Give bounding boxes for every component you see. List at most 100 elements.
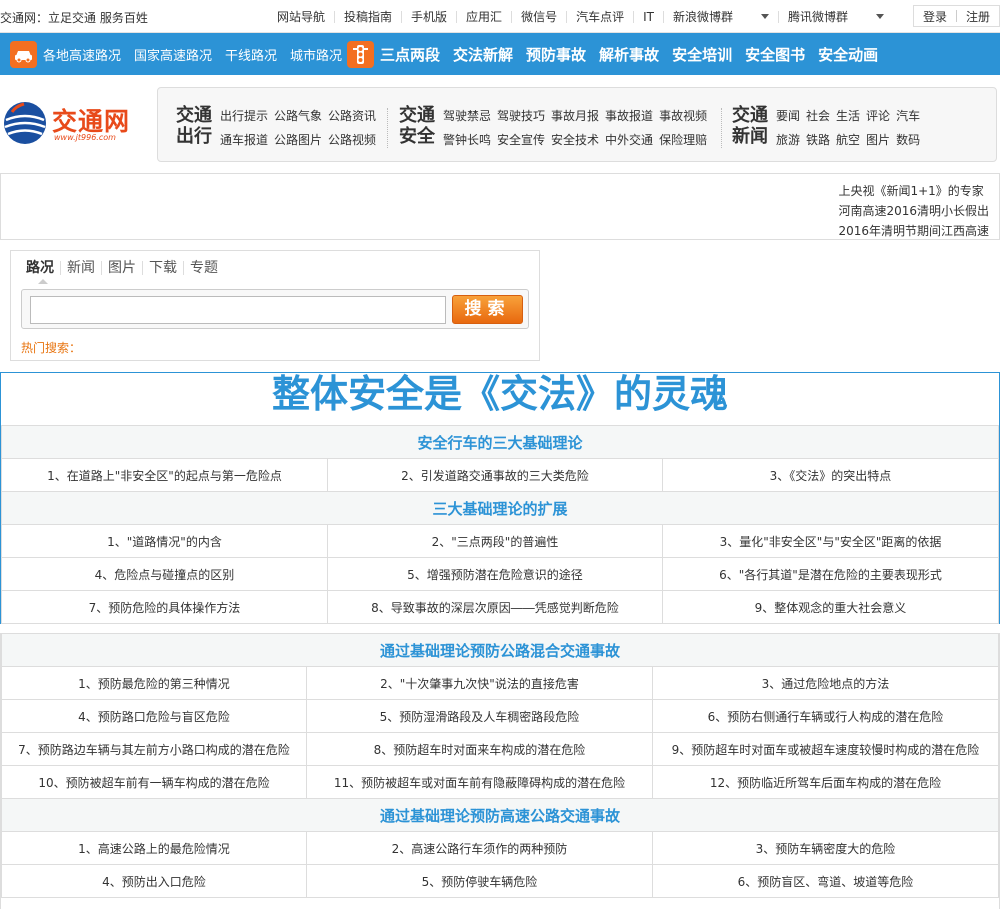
article-link[interactable]: 9、整体观念的重大社会意义 (662, 590, 999, 624)
article-link[interactable]: 12、预防临近所驾车后面车构成的潜在危险 (652, 765, 999, 799)
category-link[interactable]: 生活 (836, 109, 860, 123)
article-link[interactable]: 9、预防超车时对面车或被超车速度较慢时构成的潜在危险 (652, 732, 999, 766)
article-link[interactable]: 5、预防湿滑路段及人车稠密路段危险 (306, 699, 653, 733)
category-link[interactable]: 数码 (896, 133, 920, 147)
category-link[interactable]: 汽车 (896, 109, 920, 123)
category-link[interactable]: 通车报道 (220, 133, 268, 147)
category-travel: 交通出行 出行提示 公路气象 公路资讯 通车报道 公路图片 公路视频 (176, 88, 386, 163)
category-link[interactable]: 安全宣传 (497, 133, 545, 147)
nav-local-highway[interactable]: 各地高速路况 (43, 45, 121, 64)
article-link[interactable]: 11、预防被超车或对面车前有隐蔽障碍构成的潜在危险 (306, 765, 653, 799)
article-link[interactable]: 3、预防车辆密度大的危险 (652, 831, 999, 865)
article-link[interactable]: 8、导致事故的深层次原因――凭感觉判断危险 (327, 590, 663, 624)
link-app[interactable]: 应用汇 (456, 10, 511, 23)
article-link[interactable]: 1、预防最危险的第三种情况 (1, 666, 307, 700)
category-link[interactable]: 要闻 (776, 109, 800, 123)
nav-city-road[interactable]: 城市路况 (290, 45, 342, 64)
category-link[interactable]: 驾驶技巧 (497, 109, 545, 123)
article-link[interactable]: 3、通过危险地点的方法 (652, 666, 999, 700)
category-link[interactable]: 事故视频 (659, 109, 707, 123)
tab-images[interactable]: 图片 (101, 261, 142, 275)
category-link[interactable]: 保险理赔 (659, 133, 707, 147)
nav-prevent-accident[interactable]: 预防事故 (526, 44, 586, 65)
tab-road[interactable]: 路况 (26, 261, 60, 275)
article-link[interactable]: 4、预防路口危险与盲区危险 (1, 699, 307, 733)
article-link[interactable]: 7、预防危险的具体操作方法 (1, 590, 328, 624)
category-link[interactable]: 警钟长鸣 (443, 133, 491, 147)
ticker-item[interactable]: 2016年清明节期间江西高速 (838, 221, 989, 241)
search-tabs: 路况 新闻 图片 下载 专题 (26, 261, 224, 275)
category-link[interactable]: 旅游 (776, 133, 800, 147)
link-it[interactable]: IT (633, 10, 663, 23)
nav-trunk-road[interactable]: 干线路况 (225, 45, 277, 64)
article-link[interactable]: 4、预防出入口危险 (1, 864, 307, 898)
category-link[interactable]: 公路视频 (328, 133, 376, 147)
traffic-light-icon (347, 41, 374, 68)
section-heading[interactable]: 安全行车的三大基础理论 (1, 425, 999, 459)
article-link[interactable]: 5、预防停驶车辆危险 (306, 864, 653, 898)
article-link[interactable]: 3、量化"非安全区"与"安全区"距离的依据 (662, 524, 999, 558)
category-link[interactable]: 公路资讯 (328, 109, 376, 123)
section-heading[interactable]: 通过基础理论预防高速公路交通事故 (1, 798, 999, 832)
article-link[interactable]: 6、预防盲区、弯道、坡道等危险 (652, 864, 999, 898)
nav-safety-training[interactable]: 安全培训 (672, 44, 732, 65)
article-link[interactable]: 3、《交法》的突出特点 (662, 458, 999, 492)
link-mobile[interactable]: 手机版 (401, 10, 456, 23)
category-link[interactable]: 安全技术 (551, 133, 599, 147)
site-logo[interactable]: 交通网 www.jt996.com (2, 100, 142, 148)
nav-safety-animation[interactable]: 安全动画 (818, 44, 878, 65)
tencent-weibo-label: 腾讯微博群 (787, 9, 848, 24)
category-link[interactable]: 公路气象 (274, 109, 322, 123)
tencent-weibo-dropdown[interactable]: 腾讯微博群 (777, 9, 893, 24)
nav-safety-books[interactable]: 安全图书 (745, 44, 805, 65)
article-link[interactable]: 8、预防超车时对面来车构成的潜在危险 (306, 732, 653, 766)
article-link[interactable]: 1、在道路上"非安全区"的起点与第一危险点 (1, 458, 328, 492)
nav-analyze-accident[interactable]: 解析事故 (599, 44, 659, 65)
section-heading[interactable]: 三大基础理论的扩展 (1, 491, 999, 525)
article-link[interactable]: 2、"十次肇事九次快"说法的直接危害 (306, 666, 653, 700)
tab-news[interactable]: 新闻 (60, 261, 101, 275)
article-link[interactable]: 1、高速公路上的最危险情况 (1, 831, 307, 865)
article-link[interactable]: 2、引发道路交通事故的三大类危险 (327, 458, 663, 492)
ticker-item[interactable]: 河南高速2016清明小长假出 (838, 201, 989, 221)
article-link[interactable]: 1、"道路情况"的内含 (1, 524, 328, 558)
article-link[interactable]: 4、危险点与碰撞点的区别 (1, 557, 328, 591)
link-submission-guide[interactable]: 投稿指南 (334, 10, 401, 23)
category-link[interactable]: 社会 (806, 109, 830, 123)
article-link[interactable]: 6、预防右侧通行车辆或行人构成的潜在危险 (652, 699, 999, 733)
nav-three-points[interactable]: 三点两段 (380, 44, 440, 65)
category-link[interactable]: 出行提示 (220, 109, 268, 123)
article-link[interactable]: 6、"各行其道"是潜在危险的主要表现形式 (662, 557, 999, 591)
nav-national-highway[interactable]: 国家高速路况 (134, 45, 212, 64)
theory-table: 安全行车的三大基础理论 1、在道路上"非安全区"的起点与第一危险点 2、引发道路… (1, 425, 999, 624)
link-wechat[interactable]: 微信号 (511, 10, 566, 23)
top-links: 网站导航 投稿指南 手机版 应用汇 微信号 汽车点评 IT 新浪微博群 腾讯微博… (268, 0, 893, 33)
login-link[interactable]: 登录 (914, 8, 956, 25)
search-button[interactable]: 搜索 (452, 295, 523, 324)
category-link[interactable]: 公路图片 (274, 133, 322, 147)
category-link[interactable]: 铁路 (806, 133, 830, 147)
article-link[interactable]: 2、高速公路行车须作的两种预防 (306, 831, 653, 865)
tab-download[interactable]: 下载 (142, 261, 183, 275)
section-heading[interactable]: 通过基础理论预防公路混合交通事故 (1, 633, 999, 667)
sina-weibo-dropdown[interactable]: 新浪微博群 (662, 10, 778, 23)
link-site-nav[interactable]: 网站导航 (268, 11, 334, 23)
article-link[interactable]: 5、增强预防潜在危险意识的途径 (327, 557, 663, 591)
article-link[interactable]: 7、预防路边车辆与其左前方小路口构成的潜在危险 (1, 732, 307, 766)
article-link[interactable]: 2、"三点两段"的普遍性 (327, 524, 663, 558)
category-link[interactable]: 驾驶禁忌 (443, 109, 491, 123)
register-link[interactable]: 注册 (957, 8, 999, 25)
category-link[interactable]: 中外交通 (605, 133, 653, 147)
category-link[interactable]: 图片 (866, 133, 890, 147)
tab-topic[interactable]: 专题 (183, 261, 224, 275)
category-link[interactable]: 航空 (836, 133, 860, 147)
search-input[interactable] (30, 296, 446, 324)
article-link[interactable]: 10、预防被超车前有一辆车构成的潜在危险 (1, 765, 307, 799)
category-link[interactable]: 事故报道 (605, 109, 653, 123)
category-link[interactable]: 评论 (866, 109, 890, 123)
link-car-review[interactable]: 汽车点评 (566, 10, 633, 23)
nav-law-interpretation[interactable]: 交法新解 (453, 44, 513, 65)
category-link[interactable]: 事故月报 (551, 109, 599, 123)
ticker-item[interactable]: 上央视《新闻1+1》的专家 (838, 181, 989, 201)
accident-prevention-panel: 通过基础理论预防公路混合交通事故 1、预防最危险的第三种情况 2、"十次肇事九次… (0, 633, 1000, 909)
